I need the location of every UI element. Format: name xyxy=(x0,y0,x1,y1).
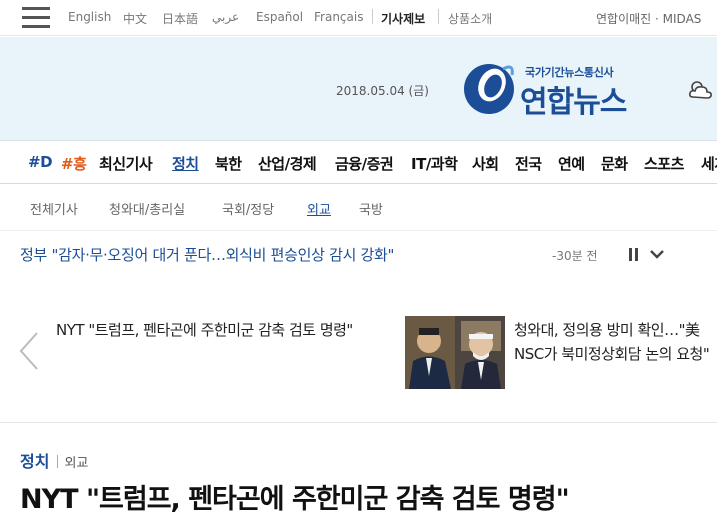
chevron-left-icon[interactable] xyxy=(17,331,41,371)
nav-item-society[interactable]: 사회 xyxy=(472,153,499,174)
subnav-defense[interactable]: 국방 xyxy=(359,199,383,218)
chevron-down-icon[interactable] xyxy=(649,246,665,262)
lang-spanish[interactable]: Español xyxy=(256,10,303,24)
nav-item-heung[interactable]: #흥 xyxy=(61,153,87,174)
current-date: 2018.05.04 (금) xyxy=(336,84,429,98)
news-ticker: 정부 "감자·무·오징어 대거 푼다…외식비 편승인상 감시 강화" -30분 … xyxy=(0,230,717,276)
subnav-assembly[interactable]: 국회/정당 xyxy=(222,199,274,218)
logo-emblem-icon xyxy=(464,64,514,114)
top-bar: English 中文 日本語 عربي Español Français 기사제… xyxy=(0,0,717,36)
divider xyxy=(372,9,373,24)
related-articles: NYT "트럼프, 펜타곤에 주한미군 감축 검토 명령" 청와대, 정의용 방… xyxy=(0,298,717,423)
related-article-thumbnail[interactable] xyxy=(405,316,505,389)
breadcrumb: 정치 외교 xyxy=(20,448,88,472)
cloud-icon[interactable] xyxy=(688,78,714,102)
nav-item-north-korea[interactable]: 북한 xyxy=(215,153,242,174)
nav-item-economy[interactable]: 산업/경제 xyxy=(258,153,317,174)
subnav-diplomacy[interactable]: 외교 xyxy=(307,199,331,218)
site-logo[interactable]: 국가기간뉴스통신사 연합뉴스 xyxy=(462,59,662,120)
main-nav: #D #흥 최신기사 정치 북한 산업/경제 금융/증권 IT/과학 사회 전국… xyxy=(0,142,717,184)
nav-item-culture[interactable]: 문화 xyxy=(601,153,628,174)
nav-item-politics[interactable]: 정치 xyxy=(172,153,199,174)
site-header: 2018.05.04 (금) 국가기간뉴스통신사 연합뉴스 xyxy=(0,37,717,141)
ticker-headline[interactable]: 정부 "감자·무·오징어 대거 푼다…외식비 편승인상 감시 강화" xyxy=(20,244,394,265)
divider xyxy=(57,455,59,468)
nav-item-sports[interactable]: 스포츠 xyxy=(644,153,684,174)
pause-icon[interactable] xyxy=(628,248,640,261)
nav-item-latest[interactable]: 최신기사 xyxy=(99,153,153,174)
sub-nav: 전체기사 청와대/총리실 국회/정당 외교 국방 xyxy=(0,185,717,229)
article-headline: NYT "트럼프, 펜타곤에 주한미군 감축 검토 명령" xyxy=(20,484,570,515)
nav-item-nation[interactable]: 전국 xyxy=(515,153,542,174)
nav-item-it-science[interactable]: IT/과학 xyxy=(411,153,458,174)
hamburger-menu-icon[interactable] xyxy=(22,7,50,29)
lang-french[interactable]: Français xyxy=(314,10,363,24)
tip-link[interactable]: 기사제보 xyxy=(381,10,425,27)
partner-links[interactable]: 연합이매진 · MIDAS xyxy=(596,10,701,27)
product-link[interactable]: 상품소개 xyxy=(448,10,492,27)
divider xyxy=(438,9,439,24)
nav-item-world[interactable]: 세계 xyxy=(701,153,717,174)
thumbnail-image xyxy=(405,316,505,389)
nav-item-d[interactable]: #D xyxy=(28,153,53,171)
subnav-all[interactable]: 전체기사 xyxy=(30,199,78,218)
breadcrumb-section[interactable]: 정치 xyxy=(20,452,49,471)
lang-arabic[interactable]: عربي xyxy=(212,10,239,24)
subnav-blue-house[interactable]: 청와대/총리실 xyxy=(109,199,185,218)
breadcrumb-subsection[interactable]: 외교 xyxy=(64,456,88,471)
ticker-time: -30분 전 xyxy=(552,249,598,263)
nav-item-finance[interactable]: 금융/증권 xyxy=(335,153,394,174)
lang-japanese[interactable]: 日本語 xyxy=(162,10,198,27)
related-article-right[interactable]: 청와대, 정의용 방미 확인…"美 NSC가 북미정상회담 논의 요청" xyxy=(514,318,714,366)
related-article-left[interactable]: NYT "트럼프, 펜타곤에 주한미군 감축 검토 명령" xyxy=(56,318,376,342)
nav-item-entertainment[interactable]: 연예 xyxy=(558,153,585,174)
logo-name: 연합뉴스 xyxy=(520,85,627,120)
lang-english[interactable]: English xyxy=(68,10,111,24)
lang-chinese[interactable]: 中文 xyxy=(123,10,147,27)
